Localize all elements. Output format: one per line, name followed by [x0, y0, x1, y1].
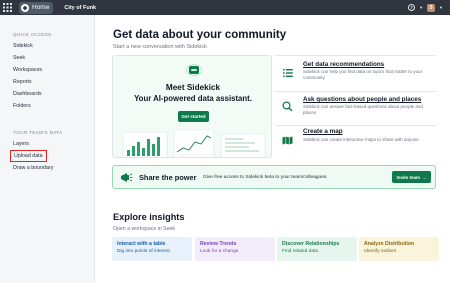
invite-team-label: Invite team — [396, 174, 420, 180]
page-title: Get data about your community — [113, 29, 287, 41]
list-icon — [282, 67, 293, 78]
share-banner: Share the power Give free access to Side… — [112, 165, 436, 189]
feature-create-map[interactable]: Create a map Sidekick can create interac… — [275, 125, 436, 158]
tile-review-trends[interactable]: Review Trends Look for a change — [195, 237, 275, 261]
tile-subtitle: Look for a change — [200, 249, 239, 254]
arrow-right-icon: → — [422, 174, 427, 180]
sidekick-illustration — [122, 129, 266, 157]
get-started-button[interactable]: Get started — [178, 111, 209, 122]
share-title: Share the power — [139, 173, 197, 182]
user-avatar[interactable]: S — [427, 3, 436, 12]
sidebar-item-layers[interactable]: Layers — [13, 141, 29, 147]
sidekick-robot-icon — [189, 66, 199, 74]
meet-sidekick-tagline: Your AI-powered data assistant. — [134, 94, 252, 103]
top-bar: Home City of Funk ? ▼ S ▼ — [0, 0, 450, 15]
feature-data-recommendations[interactable]: Get data recommendations Sidekick can he… — [275, 55, 436, 92]
tile-title: Review Trends — [200, 241, 237, 247]
sidebar-item-folders[interactable]: Folders — [13, 103, 31, 109]
page-subtitle: Start a new conversation with Sidekick — [113, 44, 207, 50]
feature-desc-map: Sidekick can create interactive maps to … — [303, 137, 419, 142]
tile-title: Interact with a table — [117, 241, 166, 247]
top-right-controls: ? ▼ S ▼ — [408, 0, 443, 15]
feature-desc-recommendations: Sidekick can help you find data on topic… — [303, 69, 423, 81]
feature-ask-questions[interactable]: Ask questions about people and places Si… — [275, 91, 436, 128]
quick-access-heading: QUICK ACCESS — [13, 32, 52, 37]
help-icon[interactable]: ? — [408, 4, 416, 11]
invite-team-button[interactable]: Invite team → — [392, 171, 431, 183]
feature-title-recommendations[interactable]: Get data recommendations — [303, 61, 384, 68]
home-button[interactable]: Home — [19, 1, 54, 14]
tile-analyze-distribution[interactable]: Analyze Distribution Identify outliers — [359, 237, 439, 261]
app-launcher-grid-icon[interactable] — [0, 0, 15, 15]
tile-subtitle: Dig into points of interest — [117, 249, 170, 254]
feature-title-map[interactable]: Create a map — [303, 128, 343, 135]
share-description: Give free access to Sidekick beta to you… — [203, 175, 328, 180]
sidebar-item-draw-boundary[interactable]: Draw a boundary — [13, 165, 53, 171]
megaphone-icon — [121, 173, 133, 182]
feature-desc-questions: Sidekick can answer fact-based questions… — [303, 104, 423, 116]
help-dropdown-chevron-icon[interactable]: ▼ — [419, 5, 423, 10]
explore-insights-subtitle: Open a workspace in Seek — [113, 226, 175, 232]
sidebar-item-workspaces[interactable]: Workspaces — [13, 67, 42, 73]
tile-subtitle: Identify outliers — [364, 249, 397, 254]
home-label: Home — [32, 4, 50, 11]
search-icon — [282, 101, 293, 112]
sidebar-item-dashboards[interactable]: Dashboards — [13, 91, 42, 97]
home-logo-icon — [21, 3, 29, 12]
team-data-heading: YOUR TEAM'S DATA — [13, 130, 63, 135]
tile-interact-table[interactable]: Interact with a table Dig into points of… — [112, 237, 192, 261]
sidebar: QUICK ACCESS Sidekick Seek Workspaces Re… — [0, 15, 95, 283]
meet-sidekick-title: Meet Sidekick — [165, 83, 221, 92]
sidebar-item-upload-data[interactable]: Upload data — [10, 150, 47, 162]
tile-discover-relationships[interactable]: Discover Relationships Find related data — [277, 237, 357, 261]
tile-title: Discover Relationships — [282, 241, 340, 247]
user-menu-chevron-icon[interactable]: ▼ — [439, 5, 443, 10]
tile-subtitle: Find related data — [282, 249, 319, 254]
feature-title-questions[interactable]: Ask questions about people and places — [303, 96, 421, 103]
sidebar-item-sidekick[interactable]: Sidekick — [13, 43, 33, 49]
explore-insights-title: Explore insights — [113, 212, 185, 222]
sidebar-item-seek[interactable]: Seek — [13, 55, 25, 61]
organization-title: City of Funk — [64, 4, 97, 11]
meet-sidekick-card[interactable]: Meet Sidekick Your AI-powered data assis… — [112, 55, 272, 158]
sidebar-item-reports[interactable]: Reports — [13, 79, 32, 85]
tile-title: Analyze Distribution — [364, 241, 415, 247]
map-icon — [282, 135, 293, 146]
